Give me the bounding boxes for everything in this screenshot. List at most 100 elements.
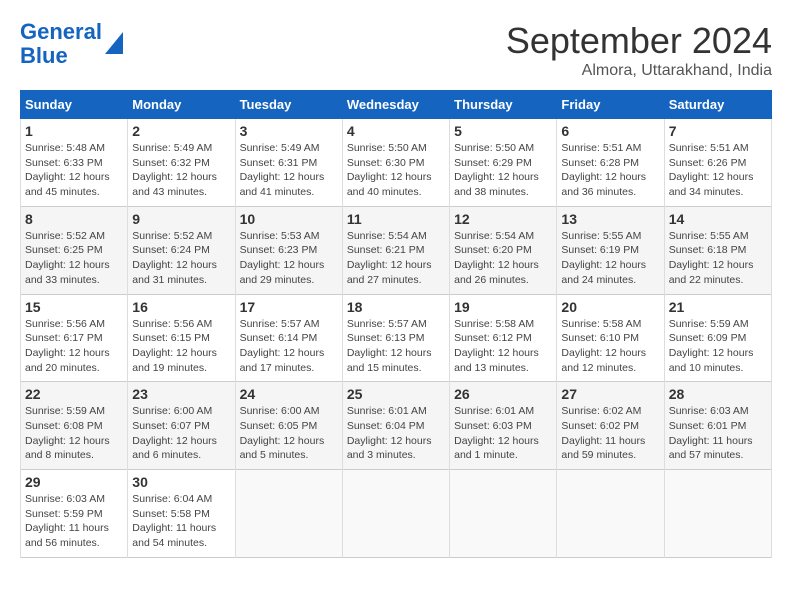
calendar-cell: 17 Sunrise: 5:57 AM Sunset: 6:14 PM Dayli… — [235, 294, 342, 382]
calendar-cell: 25 Sunrise: 6:01 AM Sunset: 6:04 PM Dayli… — [342, 382, 449, 470]
day-number: 8 — [25, 211, 123, 227]
month-title: September 2024 — [506, 20, 772, 62]
calendar-cell: 15Sunrise: 5:56 AM Sunset: 6:17 PM Dayli… — [21, 294, 128, 382]
day-info: Sunrise: 6:02 AM Sunset: 6:02 PM Dayligh… — [561, 404, 659, 463]
day-number: 7 — [669, 123, 767, 139]
calendar-cell: 28 Sunrise: 6:03 AM Sunset: 6:01 PM Dayli… — [664, 382, 771, 470]
calendar-cell — [557, 470, 664, 558]
day-info: Sunrise: 6:03 AM Sunset: 5:59 PM Dayligh… — [25, 492, 123, 551]
calendar-cell: 22Sunrise: 5:59 AM Sunset: 6:08 PM Dayli… — [21, 382, 128, 470]
calendar-cell — [450, 470, 557, 558]
calendar-week-row: 29 Sunrise: 6:03 AM Sunset: 5:59 PM Dayli… — [21, 470, 772, 558]
day-info: Sunrise: 6:00 AM Sunset: 6:07 PM Dayligh… — [132, 404, 230, 463]
day-info: Sunrise: 5:51 AM Sunset: 6:26 PM Dayligh… — [669, 141, 767, 200]
calendar-cell: 4 Sunrise: 5:50 AM Sunset: 6:30 PM Daylig… — [342, 119, 449, 207]
calendar-cell — [235, 470, 342, 558]
calendar-cell: 1 Sunrise: 5:48 AM Sunset: 6:33 PM Daylig… — [21, 119, 128, 207]
location-subtitle: Almora, Uttarakhand, India — [506, 62, 772, 80]
day-info: Sunrise: 5:48 AM Sunset: 6:33 PM Dayligh… — [25, 141, 123, 200]
day-number: 3 — [240, 123, 338, 139]
day-number: 25 — [347, 386, 445, 402]
day-info: Sunrise: 5:49 AM Sunset: 6:32 PM Dayligh… — [132, 141, 230, 200]
calendar-cell: 16Sunrise: 5:56 AM Sunset: 6:15 PM Dayli… — [128, 294, 235, 382]
calendar-cell — [664, 470, 771, 558]
calendar-cell: 30Sunrise: 6:04 AM Sunset: 5:58 PM Dayli… — [128, 470, 235, 558]
day-number: 28 — [669, 386, 767, 402]
title-block: September 2024 Almora, Uttarakhand, Indi… — [506, 20, 772, 80]
calendar-cell: 2 Sunrise: 5:49 AM Sunset: 6:32 PM Daylig… — [128, 119, 235, 207]
day-info: Sunrise: 5:58 AM Sunset: 6:12 PM Dayligh… — [454, 317, 552, 376]
calendar-cell: 13 Sunrise: 5:55 AM Sunset: 6:19 PM Dayli… — [557, 206, 664, 294]
calendar-week-row: 1 Sunrise: 5:48 AM Sunset: 6:33 PM Daylig… — [21, 119, 772, 207]
day-info: Sunrise: 5:52 AM Sunset: 6:25 PM Dayligh… — [25, 229, 123, 288]
day-info: Sunrise: 6:00 AM Sunset: 6:05 PM Dayligh… — [240, 404, 338, 463]
day-info: Sunrise: 5:54 AM Sunset: 6:20 PM Dayligh… — [454, 229, 552, 288]
day-info: Sunrise: 5:49 AM Sunset: 6:31 PM Dayligh… — [240, 141, 338, 200]
day-number: 21 — [669, 299, 767, 315]
calendar-table: SundayMondayTuesdayWednesdayThursdayFrid… — [20, 90, 772, 558]
column-header-monday: Monday — [128, 91, 235, 119]
calendar-cell: 23Sunrise: 6:00 AM Sunset: 6:07 PM Dayli… — [128, 382, 235, 470]
day-number: 9 — [132, 211, 230, 227]
day-number: 24 — [240, 386, 338, 402]
calendar-cell: 19 Sunrise: 5:58 AM Sunset: 6:12 PM Dayli… — [450, 294, 557, 382]
day-number: 2 — [132, 123, 230, 139]
calendar-cell: 5 Sunrise: 5:50 AM Sunset: 6:29 PM Daylig… — [450, 119, 557, 207]
calendar-week-row: 8 Sunrise: 5:52 AM Sunset: 6:25 PM Daylig… — [21, 206, 772, 294]
day-number: 13 — [561, 211, 659, 227]
calendar-cell: 6 Sunrise: 5:51 AM Sunset: 6:28 PM Daylig… — [557, 119, 664, 207]
calendar-cell: 3 Sunrise: 5:49 AM Sunset: 6:31 PM Daylig… — [235, 119, 342, 207]
calendar-cell: 20Sunrise: 5:58 AM Sunset: 6:10 PM Dayli… — [557, 294, 664, 382]
calendar-cell: 10 Sunrise: 5:53 AM Sunset: 6:23 PM Dayli… — [235, 206, 342, 294]
calendar-cell: 9Sunrise: 5:52 AM Sunset: 6:24 PM Daylig… — [128, 206, 235, 294]
logo: General Blue — [20, 20, 123, 68]
day-info: Sunrise: 5:59 AM Sunset: 6:09 PM Dayligh… — [669, 317, 767, 376]
day-info: Sunrise: 5:55 AM Sunset: 6:18 PM Dayligh… — [669, 229, 767, 288]
day-info: Sunrise: 5:50 AM Sunset: 6:29 PM Dayligh… — [454, 141, 552, 200]
calendar-cell: 21 Sunrise: 5:59 AM Sunset: 6:09 PM Dayli… — [664, 294, 771, 382]
column-header-saturday: Saturday — [664, 91, 771, 119]
calendar-week-row: 15Sunrise: 5:56 AM Sunset: 6:17 PM Dayli… — [21, 294, 772, 382]
calendar-cell: 24 Sunrise: 6:00 AM Sunset: 6:05 PM Dayli… — [235, 382, 342, 470]
logo-blue: Blue — [20, 43, 68, 68]
calendar-cell: 29 Sunrise: 6:03 AM Sunset: 5:59 PM Dayli… — [21, 470, 128, 558]
day-info: Sunrise: 6:03 AM Sunset: 6:01 PM Dayligh… — [669, 404, 767, 463]
day-number: 1 — [25, 123, 123, 139]
day-number: 15 — [25, 299, 123, 315]
day-number: 29 — [25, 474, 123, 490]
calendar-cell: 14 Sunrise: 5:55 AM Sunset: 6:18 PM Dayli… — [664, 206, 771, 294]
logo-icon — [105, 26, 123, 54]
calendar-cell: 26Sunrise: 6:01 AM Sunset: 6:03 PM Dayli… — [450, 382, 557, 470]
day-number: 19 — [454, 299, 552, 315]
day-info: Sunrise: 5:54 AM Sunset: 6:21 PM Dayligh… — [347, 229, 445, 288]
day-number: 12 — [454, 211, 552, 227]
day-number: 14 — [669, 211, 767, 227]
page-header: General Blue September 2024 Almora, Utta… — [20, 20, 772, 80]
day-number: 20 — [561, 299, 659, 315]
calendar-week-row: 22Sunrise: 5:59 AM Sunset: 6:08 PM Dayli… — [21, 382, 772, 470]
day-info: Sunrise: 6:04 AM Sunset: 5:58 PM Dayligh… — [132, 492, 230, 551]
calendar-cell: 27 Sunrise: 6:02 AM Sunset: 6:02 PM Dayli… — [557, 382, 664, 470]
day-info: Sunrise: 5:50 AM Sunset: 6:30 PM Dayligh… — [347, 141, 445, 200]
day-number: 5 — [454, 123, 552, 139]
day-number: 11 — [347, 211, 445, 227]
day-number: 17 — [240, 299, 338, 315]
calendar-cell: 11 Sunrise: 5:54 AM Sunset: 6:21 PM Dayli… — [342, 206, 449, 294]
day-info: Sunrise: 6:01 AM Sunset: 6:04 PM Dayligh… — [347, 404, 445, 463]
day-number: 10 — [240, 211, 338, 227]
calendar-cell: 12 Sunrise: 5:54 AM Sunset: 6:20 PM Dayli… — [450, 206, 557, 294]
column-header-thursday: Thursday — [450, 91, 557, 119]
day-info: Sunrise: 5:57 AM Sunset: 6:14 PM Dayligh… — [240, 317, 338, 376]
day-number: 6 — [561, 123, 659, 139]
day-number: 27 — [561, 386, 659, 402]
calendar-header-row: SundayMondayTuesdayWednesdayThursdayFrid… — [21, 91, 772, 119]
calendar-cell: 7 Sunrise: 5:51 AM Sunset: 6:26 PM Daylig… — [664, 119, 771, 207]
day-info: Sunrise: 5:51 AM Sunset: 6:28 PM Dayligh… — [561, 141, 659, 200]
day-number: 4 — [347, 123, 445, 139]
day-info: Sunrise: 5:59 AM Sunset: 6:08 PM Dayligh… — [25, 404, 123, 463]
column-header-tuesday: Tuesday — [235, 91, 342, 119]
day-info: Sunrise: 5:53 AM Sunset: 6:23 PM Dayligh… — [240, 229, 338, 288]
day-info: Sunrise: 5:57 AM Sunset: 6:13 PM Dayligh… — [347, 317, 445, 376]
day-info: Sunrise: 5:55 AM Sunset: 6:19 PM Dayligh… — [561, 229, 659, 288]
day-info: Sunrise: 6:01 AM Sunset: 6:03 PM Dayligh… — [454, 404, 552, 463]
